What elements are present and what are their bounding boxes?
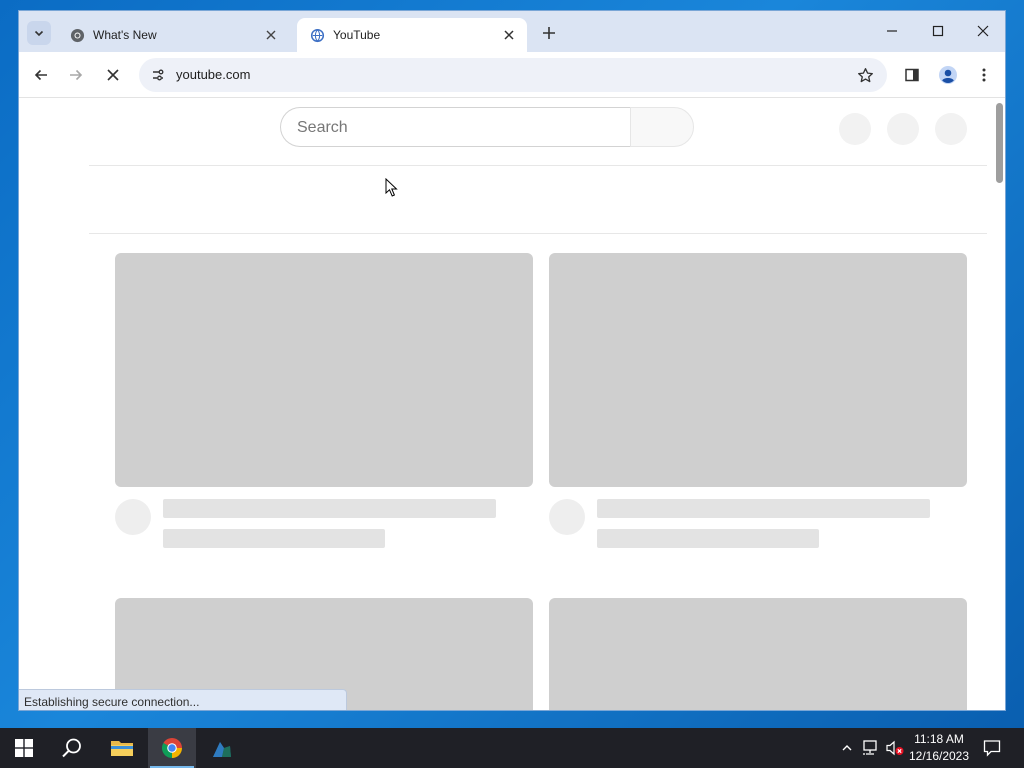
network-icon[interactable] bbox=[861, 738, 881, 758]
site-info-icon[interactable] bbox=[147, 64, 169, 86]
arrow-right-icon bbox=[70, 69, 83, 81]
python-feather-icon bbox=[213, 742, 231, 757]
skeleton-video-thumbnail bbox=[115, 253, 533, 487]
search-placeholder: Search bbox=[297, 119, 348, 136]
tab-search-button[interactable] bbox=[27, 21, 51, 45]
skeleton-video-thumbnail bbox=[549, 598, 967, 710]
close-icon[interactable] bbox=[501, 27, 517, 43]
clock-time: 11:18 AM bbox=[914, 732, 964, 746]
maximize-icon bbox=[932, 25, 944, 37]
folder-icon bbox=[111, 741, 133, 756]
side-panel-icon bbox=[905, 68, 919, 82]
skeleton-channel-avatar bbox=[549, 499, 585, 535]
skeleton-title-line bbox=[163, 499, 496, 518]
side-panel-button[interactable] bbox=[900, 63, 924, 87]
chrome-window: What's New YouTube youtube.com Search Es… bbox=[18, 10, 1006, 711]
new-tab-button[interactable] bbox=[537, 21, 561, 45]
notification-icon bbox=[983, 740, 1001, 757]
chevron-down-icon bbox=[34, 30, 44, 37]
close-icon bbox=[107, 69, 119, 81]
taskbar-python-app[interactable] bbox=[198, 728, 246, 768]
show-hidden-icons-button[interactable] bbox=[837, 738, 857, 758]
chrome-icon bbox=[69, 27, 85, 43]
skeleton-header-button bbox=[839, 113, 871, 145]
tab-title: What's New bbox=[93, 28, 157, 42]
skeleton-meta-line bbox=[597, 529, 819, 548]
skeleton-meta-line bbox=[163, 529, 385, 548]
mouse-cursor-icon bbox=[385, 178, 398, 197]
bookmark-star-icon[interactable] bbox=[855, 65, 875, 85]
search-icon bbox=[62, 738, 81, 758]
taskbar-search-button[interactable] bbox=[48, 728, 96, 768]
close-icon bbox=[977, 25, 989, 37]
chips-divider bbox=[89, 233, 987, 234]
taskbar-file-explorer[interactable] bbox=[98, 728, 146, 768]
more-vertical-icon bbox=[982, 68, 986, 82]
arrow-left-icon bbox=[34, 69, 47, 81]
masthead-divider bbox=[89, 165, 987, 166]
stop-loading-button[interactable] bbox=[101, 63, 125, 87]
skeleton-header-button bbox=[935, 113, 967, 145]
taskbar-clock[interactable]: 11:18 AM 12/16/2023 bbox=[905, 731, 973, 765]
url-text: youtube.com bbox=[176, 67, 251, 82]
clock-date: 12/16/2023 bbox=[908, 749, 970, 763]
start-button[interactable] bbox=[0, 728, 48, 768]
browser-toolbar: youtube.com bbox=[19, 52, 1005, 98]
windows-taskbar: 11:18 AM 12/16/2023 bbox=[0, 728, 1024, 768]
page-scrollbar[interactable] bbox=[993, 99, 1005, 710]
status-bubble: Establishing secure connection... bbox=[19, 689, 347, 710]
youtube-search-input[interactable]: Search bbox=[280, 107, 631, 147]
tab-youtube[interactable]: YouTube bbox=[297, 18, 527, 52]
maximize-button[interactable] bbox=[924, 19, 952, 43]
chevron-up-icon bbox=[842, 745, 852, 751]
address-bar[interactable]: youtube.com bbox=[139, 58, 887, 92]
chrome-menu-button[interactable] bbox=[972, 63, 996, 87]
back-button[interactable] bbox=[29, 63, 53, 87]
notifications-button[interactable] bbox=[982, 738, 1002, 758]
close-window-button[interactable] bbox=[969, 19, 997, 43]
tab-whats-new[interactable]: What's New bbox=[57, 18, 289, 52]
skeleton-title-line bbox=[597, 499, 930, 518]
skeleton-video-thumbnail bbox=[549, 253, 967, 487]
tab-strip: What's New YouTube bbox=[19, 11, 1005, 52]
profile-button[interactable] bbox=[936, 63, 960, 87]
windows-logo-icon bbox=[15, 739, 33, 757]
minimize-button[interactable] bbox=[878, 19, 906, 43]
plus-icon bbox=[543, 27, 555, 39]
tab-title: YouTube bbox=[333, 28, 381, 42]
skeleton-header-button bbox=[887, 113, 919, 145]
page-content: Search bbox=[19, 99, 1005, 710]
close-icon[interactable] bbox=[263, 27, 279, 43]
loading-globe-icon bbox=[309, 27, 325, 43]
youtube-search-button[interactable] bbox=[630, 107, 694, 147]
scrollbar-thumb[interactable] bbox=[996, 103, 1003, 183]
forward-button[interactable] bbox=[64, 63, 88, 87]
avatar-icon bbox=[939, 66, 957, 84]
chrome-icon bbox=[162, 738, 182, 758]
minimize-icon bbox=[887, 30, 897, 32]
volume-muted-icon[interactable] bbox=[885, 738, 905, 758]
skeleton-channel-avatar bbox=[115, 499, 151, 535]
taskbar-google-chrome[interactable] bbox=[148, 728, 196, 768]
